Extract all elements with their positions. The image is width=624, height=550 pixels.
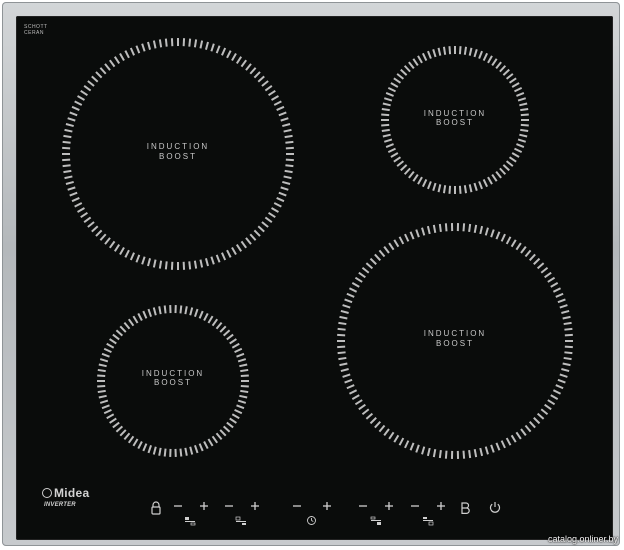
zone-rear-right-icon bbox=[423, 517, 434, 526]
plus-icon bbox=[323, 502, 331, 510]
boost-button[interactable] bbox=[459, 501, 471, 515]
child-lock-button[interactable] bbox=[150, 501, 162, 515]
minus-icon bbox=[359, 505, 367, 507]
zone-front-right-icon bbox=[370, 516, 381, 525]
minus-icon bbox=[293, 505, 301, 507]
zone-front-left-label-2: BOOST bbox=[154, 378, 192, 387]
zone-front-right-label-1: INDUCTION bbox=[424, 329, 486, 338]
brand-name: Midea bbox=[54, 486, 90, 500]
power-icon bbox=[489, 502, 501, 513]
midea-mark-icon bbox=[42, 488, 52, 498]
glass-surface: INDUCTION BOOST INDUCTION BOOST INDUCTIO… bbox=[16, 16, 613, 540]
midea-logo: Midea bbox=[42, 486, 112, 500]
zone-front-left-label-1: INDUCTION bbox=[142, 369, 204, 378]
minus-icon bbox=[411, 505, 419, 507]
zone-rear-left-icon bbox=[185, 517, 196, 526]
zone3-indicator bbox=[370, 516, 382, 526]
timer-minus-button[interactable] bbox=[291, 499, 303, 513]
zone-front-left-icon bbox=[235, 516, 246, 525]
zone4-indicator bbox=[422, 516, 434, 526]
minus-icon bbox=[174, 505, 182, 507]
brand-block: Midea INVERTER bbox=[42, 486, 112, 508]
plus-icon bbox=[200, 502, 208, 510]
power-button[interactable] bbox=[488, 500, 502, 514]
timer-plus-button[interactable] bbox=[321, 499, 333, 513]
zone4-plus-button[interactable] bbox=[435, 499, 447, 513]
plus-icon bbox=[437, 502, 445, 510]
cooktop-frame: INDUCTION BOOST INDUCTION BOOST INDUCTIO… bbox=[2, 2, 620, 546]
clock-icon bbox=[307, 516, 316, 525]
timer-indicator bbox=[306, 515, 317, 526]
zone3-plus-button[interactable] bbox=[383, 499, 395, 513]
lock-icon bbox=[151, 501, 161, 515]
cooking-zones: INDUCTION BOOST INDUCTION BOOST INDUCTIO… bbox=[62, 38, 573, 459]
zone1-plus-button[interactable] bbox=[198, 499, 210, 513]
zone2-plus-button[interactable] bbox=[249, 499, 261, 513]
zone4-minus-button[interactable] bbox=[409, 499, 421, 513]
zone2-minus-button[interactable] bbox=[223, 499, 235, 513]
boost-b-icon bbox=[461, 502, 470, 514]
schott-ceran-logo: SCHOTT CERAN bbox=[24, 24, 48, 36]
zone2-indicator bbox=[235, 516, 247, 526]
zone-rear-left-label-2: BOOST bbox=[159, 152, 197, 161]
plus-icon bbox=[385, 502, 393, 510]
zone1-indicator bbox=[184, 516, 196, 526]
plus-icon bbox=[251, 502, 259, 510]
inverter-badge: INVERTER bbox=[44, 502, 76, 508]
zone-front-right-label-2: BOOST bbox=[436, 339, 474, 348]
watermark: catalog.onliner.by bbox=[547, 534, 618, 544]
zone3-minus-button[interactable] bbox=[357, 499, 369, 513]
zone-rear-right-label-2: BOOST bbox=[436, 118, 474, 127]
zone-rear-left-label-1: INDUCTION bbox=[147, 142, 209, 151]
ceran-text: CERAN bbox=[24, 30, 45, 36]
zone-rear-right-label-1: INDUCTION bbox=[424, 109, 486, 118]
zone1-minus-button[interactable] bbox=[172, 499, 184, 513]
minus-icon bbox=[225, 505, 233, 507]
